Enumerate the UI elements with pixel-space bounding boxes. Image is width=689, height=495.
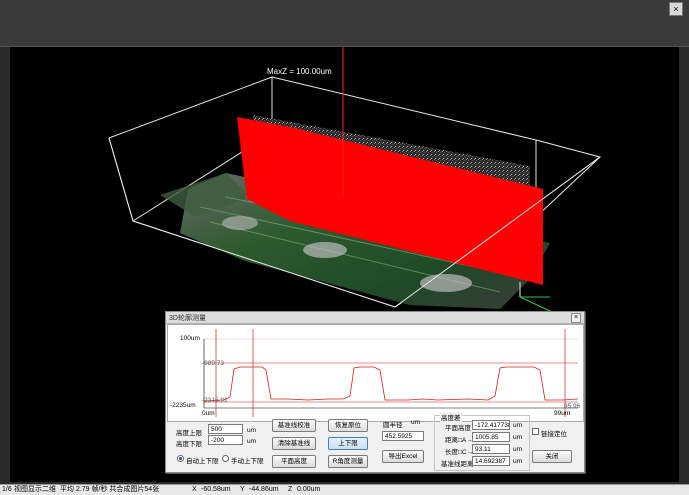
- dialog-close-icon[interactable]: ×: [571, 313, 581, 323]
- radius-label: 圆半径: [383, 422, 403, 429]
- lower-limit-unit: um: [247, 438, 257, 445]
- plane-height-label: 平面高度: [445, 425, 471, 432]
- upper-limit-unit: um: [247, 427, 257, 434]
- profile-curve: [203, 366, 579, 402]
- up-down-limit-button[interactable]: 上下限: [328, 437, 368, 450]
- auto-limit-radio[interactable]: [177, 455, 184, 462]
- restore-position-button[interactable]: 恢复原位: [328, 419, 368, 432]
- close-button[interactable]: 关闭: [532, 450, 572, 463]
- maxz-label: MaxZ = 100.00um: [267, 67, 332, 76]
- profile-plot[interactable]: 100um -989.73 -2235um -2315.91 0um 99um …: [167, 324, 584, 422]
- radius-value-field[interactable]: 452.5925: [382, 431, 424, 441]
- upper-limit-label: 高度上限: [176, 430, 202, 437]
- baseline-calibrate-button[interactable]: 基准线校准: [272, 419, 316, 432]
- plane-height-field[interactable]: -172.417738: [472, 420, 510, 430]
- length-cd-unit: um: [513, 446, 523, 453]
- manual-limit-radio[interactable]: [222, 455, 229, 462]
- link-position-label: 链接定位: [541, 431, 567, 438]
- plot-y-mid-label: -989.73: [202, 360, 225, 367]
- baseline-distance-field[interactable]: 14.692387: [472, 456, 510, 466]
- dialog-title: 3D轮廓测量: [169, 315, 206, 322]
- radius-unit: um: [411, 419, 421, 426]
- plane-height-button[interactable]: 平面高度: [272, 455, 316, 468]
- plot-x-right2-label: 95.96: [564, 403, 581, 410]
- clear-baseline-button[interactable]: 清除基准线: [272, 437, 316, 450]
- plot-x-right-label: 99um: [554, 410, 571, 417]
- plot-y-mid2-label: -2315.91: [202, 397, 228, 404]
- height-diff-title: 高度差: [440, 412, 462, 422]
- length-cd-field[interactable]: 93.11: [472, 444, 510, 454]
- distance-ab-unit: um: [513, 434, 523, 441]
- auto-limit-label: 自动上下限: [186, 458, 219, 465]
- baseline-distance-label: 基准线距离: [441, 461, 474, 468]
- manual-limit-label: 手动上下限: [231, 458, 264, 465]
- distance-ab-field[interactable]: 1005.85: [472, 432, 510, 442]
- export-excel-button[interactable]: 导出Excel: [382, 450, 424, 463]
- window-close-button[interactable]: ×: [669, 2, 683, 16]
- plane-height-unit: um: [513, 422, 523, 429]
- link-position-checkbox[interactable]: [532, 428, 539, 435]
- upper-limit-input[interactable]: 500: [208, 424, 243, 434]
- lower-limit-input[interactable]: -200: [208, 435, 243, 445]
- axis-gizmo: [519, 282, 551, 312]
- plot-x-left-label: 0um: [202, 410, 215, 417]
- dialog-titlebar: 3D轮廓测量 ×: [166, 312, 584, 324]
- plot-y-top-label: 100um: [180, 335, 200, 342]
- r-angle-measure-button[interactable]: R角度测量: [328, 455, 368, 468]
- plot-y-bottom-label: -2235um: [170, 402, 196, 409]
- profile-chart: [203, 329, 579, 417]
- profile-measure-dialog: 3D轮廓测量 × 100um -989.73 -2235um -2315.91 …: [165, 311, 585, 473]
- top-toolbar: ×: [0, 0, 689, 47]
- status-bar: 1/6 视图显示二维 平均 2.79 帧/秒 共合成图片54张 X -60.58…: [0, 484, 689, 495]
- baseline-distance-unit: um: [513, 458, 523, 465]
- lower-limit-label: 高度下限: [176, 441, 202, 448]
